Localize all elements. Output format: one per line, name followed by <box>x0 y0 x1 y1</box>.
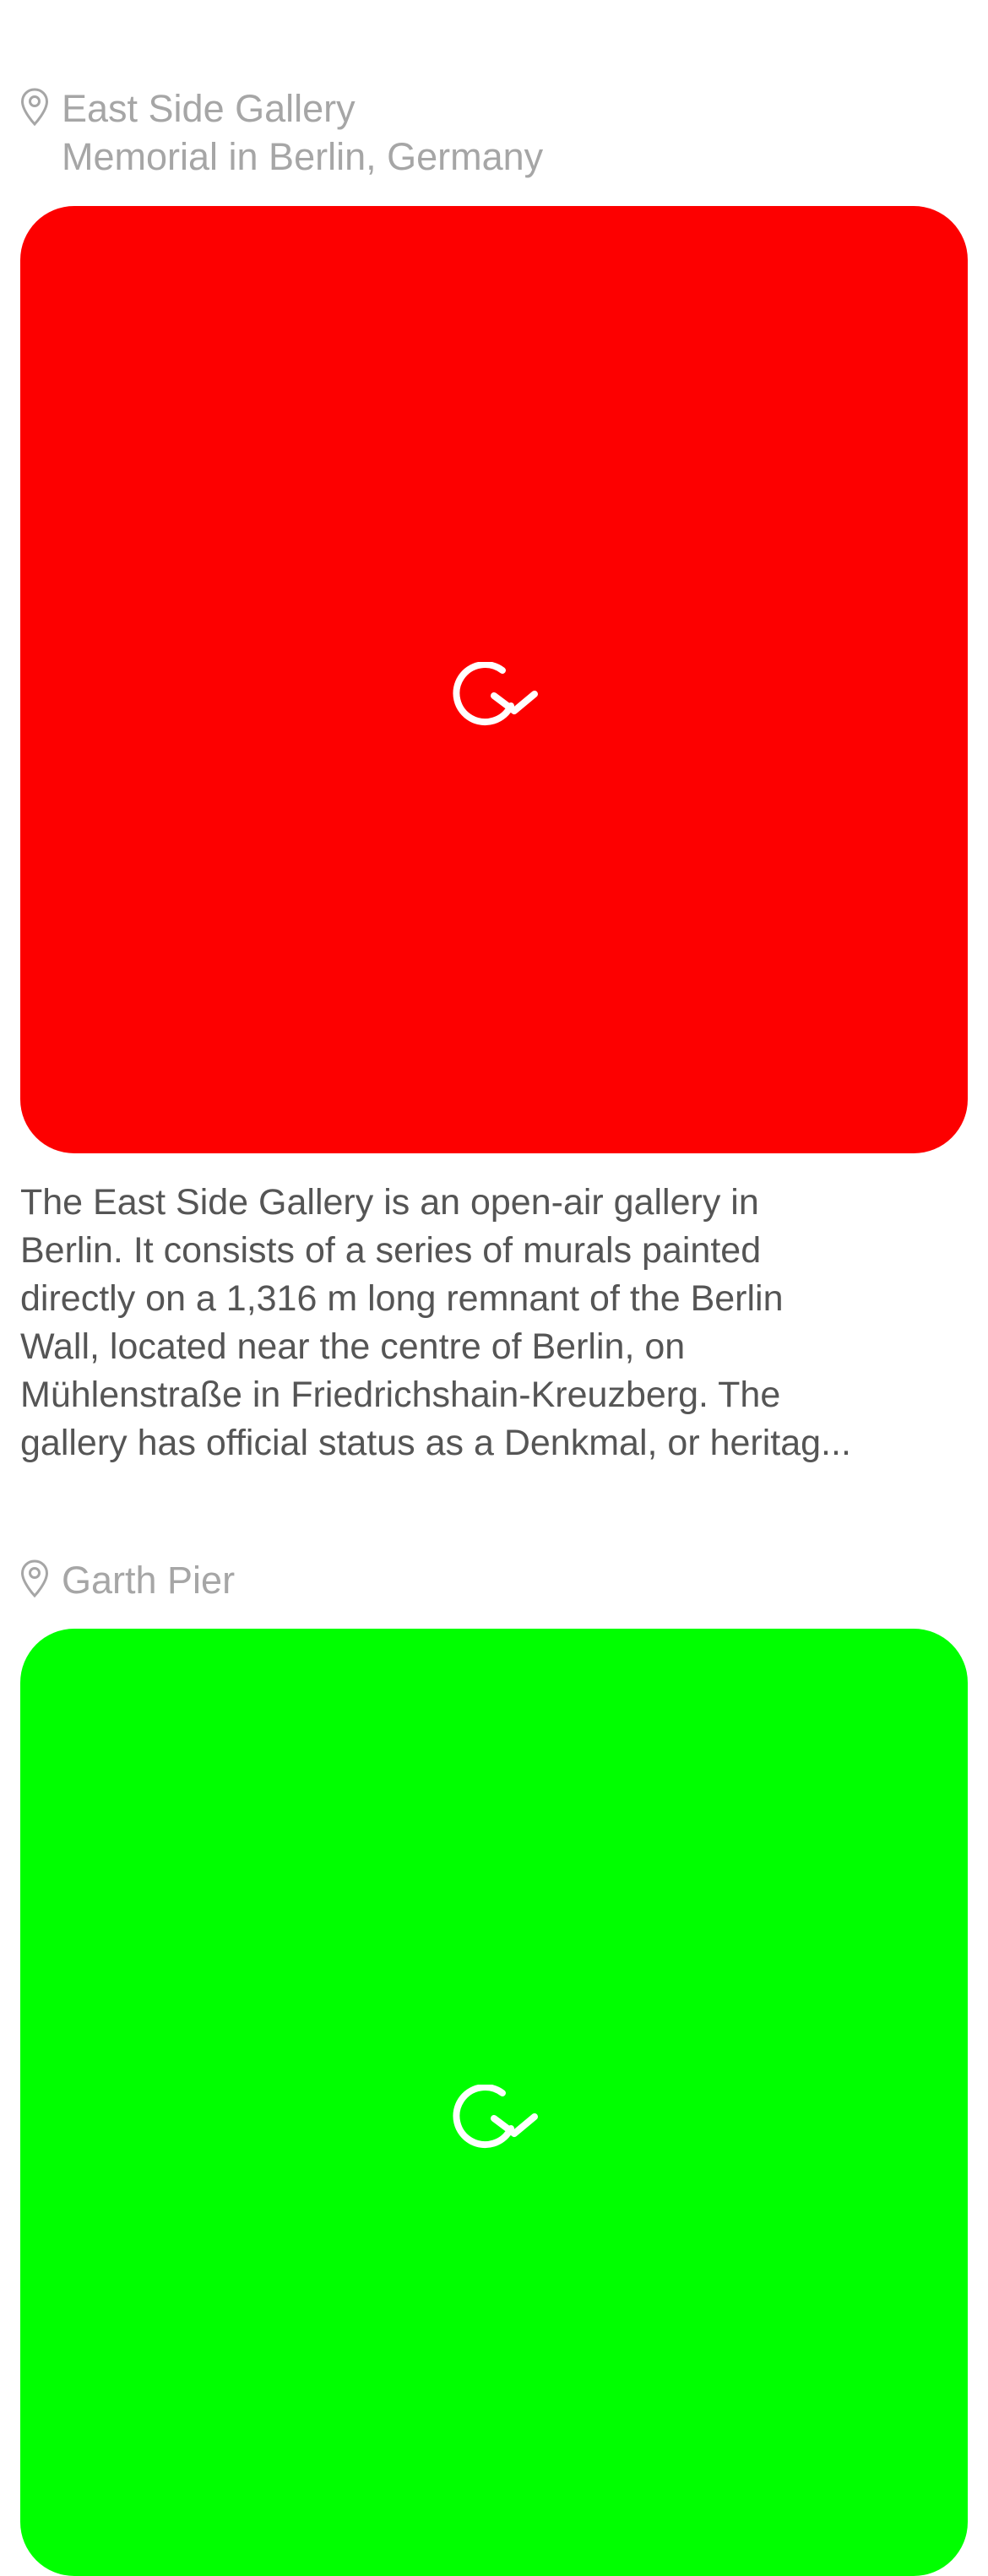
location-header[interactable]: East Side Gallery Memorial in Berlin, Ge… <box>20 84 966 186</box>
location-text: Garth Pier <box>62 1556 965 1604</box>
description-line: Mühlenstraße in Friedrichshain-Kreuzberg… <box>20 1375 781 1415</box>
refresh-icon[interactable] <box>450 662 538 733</box>
location-text: East Side Gallery Memorial in Berlin, Ge… <box>62 84 965 181</box>
location-pin-icon <box>20 1559 49 1598</box>
description-line: Berlin. It consists of a series of mural… <box>20 1230 762 1271</box>
description-line: directly on a 1,316 m long remnant of th… <box>20 1278 784 1319</box>
location-description: The East Side Gallery is an open-air gal… <box>20 1179 968 1467</box>
location-pin-icon <box>20 88 49 127</box>
location-header[interactable]: Garth Pier <box>20 1556 966 1607</box>
description-line: The East Side Gallery is an open-air gal… <box>20 1182 759 1223</box>
description-line: Wall, located near the centre of Berlin,… <box>20 1326 686 1367</box>
location-subtitle: Memorial in Berlin, Germany <box>62 135 544 178</box>
description-line: gallery has official status as a Denkmal… <box>20 1423 851 1463</box>
refresh-icon[interactable] <box>450 2085 538 2156</box>
location-title: Garth Pier <box>62 1559 236 1602</box>
location-title: East Side Gallery <box>62 87 356 130</box>
location-photo[interactable] <box>20 206 968 1153</box>
location-photo[interactable] <box>20 1629 968 2576</box>
